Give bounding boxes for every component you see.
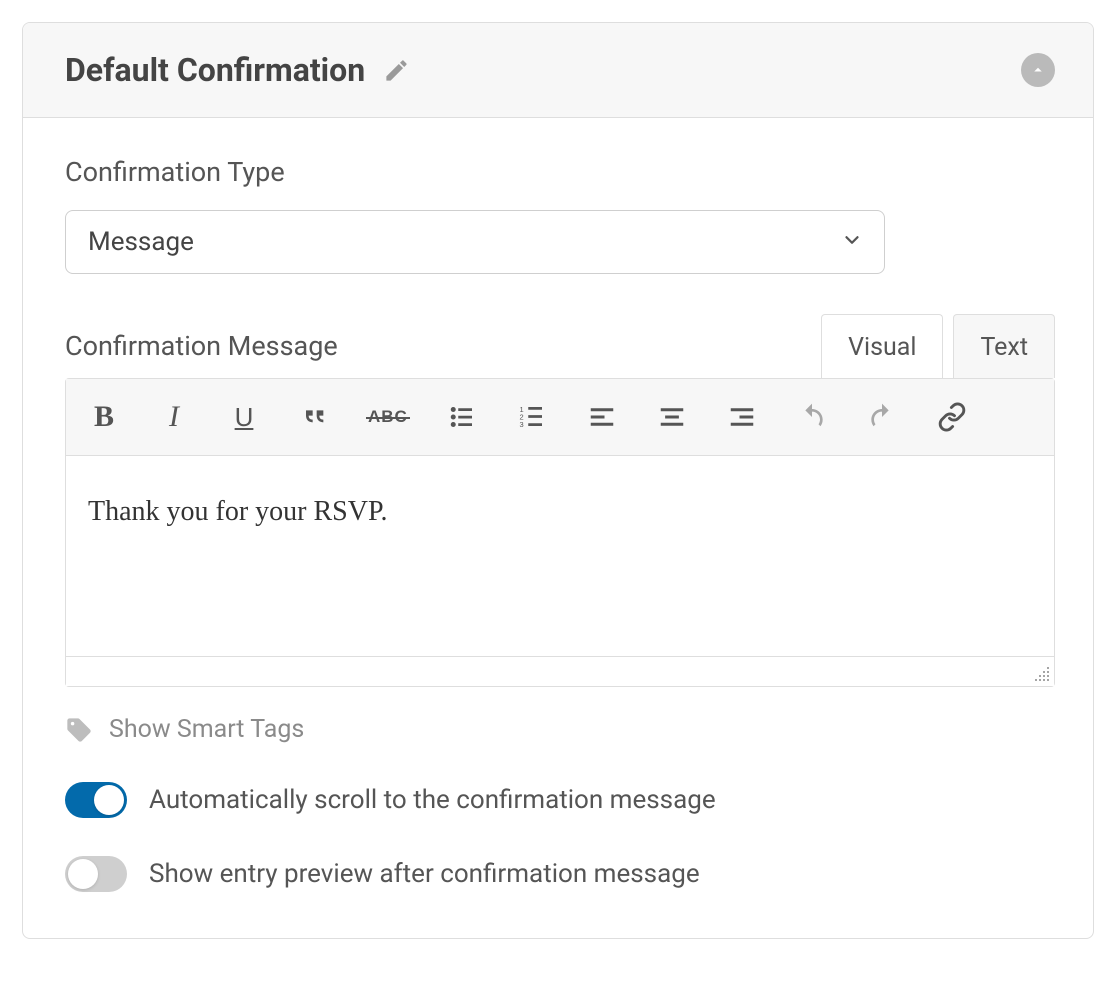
entry-preview-toggle[interactable]	[65, 856, 127, 892]
align-left-button[interactable]	[582, 397, 622, 437]
bold-button[interactable]: B	[84, 397, 124, 437]
panel-header: Default Confirmation	[23, 23, 1093, 118]
tab-text[interactable]: Text	[953, 314, 1055, 378]
tag-icon	[65, 716, 93, 744]
blockquote-button[interactable]	[294, 397, 334, 437]
confirmation-message-label: Confirmation Message	[65, 330, 821, 362]
entry-preview-label: Show entry preview after confirmation me…	[149, 859, 700, 889]
auto-scroll-toggle[interactable]	[65, 782, 127, 818]
resize-handle[interactable]	[1032, 664, 1050, 682]
align-center-button[interactable]	[652, 397, 692, 437]
confirmation-type-label: Confirmation Type	[65, 156, 1051, 188]
chevron-down-icon	[841, 229, 863, 255]
tab-visual[interactable]: Visual	[821, 314, 943, 378]
show-smart-tags-link[interactable]: Show Smart Tags	[65, 715, 1051, 744]
editor-tabs: Visual Text	[821, 314, 1055, 378]
editor-toolbar: B I U ABC 123	[66, 379, 1054, 456]
undo-button[interactable]	[792, 397, 832, 437]
panel-body: Confirmation Type Message Confirmation M…	[23, 118, 1093, 938]
strikethrough-button[interactable]: ABC	[364, 397, 412, 437]
confirmation-type-select[interactable]: Message	[65, 210, 885, 274]
underline-button[interactable]: U	[224, 397, 264, 437]
panel-title: Default Confirmation	[65, 51, 365, 89]
confirmation-panel: Default Confirmation Confirmation Type M…	[22, 22, 1094, 939]
editor-content[interactable]: Thank you for your RSVP.	[66, 456, 1054, 656]
bullet-list-button[interactable]	[442, 397, 482, 437]
italic-button[interactable]: I	[154, 397, 194, 437]
auto-scroll-label: Automatically scroll to the confirmation…	[149, 785, 716, 815]
auto-scroll-option: Automatically scroll to the confirmation…	[65, 782, 1051, 818]
editor: B I U ABC 123	[65, 378, 1055, 687]
editor-footer	[66, 656, 1054, 686]
redo-button[interactable]	[862, 397, 902, 437]
edit-title-icon[interactable]	[383, 57, 410, 84]
align-right-button[interactable]	[722, 397, 762, 437]
smart-tags-label: Show Smart Tags	[109, 715, 304, 744]
link-button[interactable]	[932, 397, 972, 437]
entry-preview-option: Show entry preview after confirmation me…	[65, 856, 1051, 892]
collapse-panel-button[interactable]	[1021, 53, 1055, 87]
confirmation-type-value: Message	[88, 227, 194, 257]
svg-text:3: 3	[519, 420, 523, 429]
numbered-list-button[interactable]: 123	[512, 397, 552, 437]
